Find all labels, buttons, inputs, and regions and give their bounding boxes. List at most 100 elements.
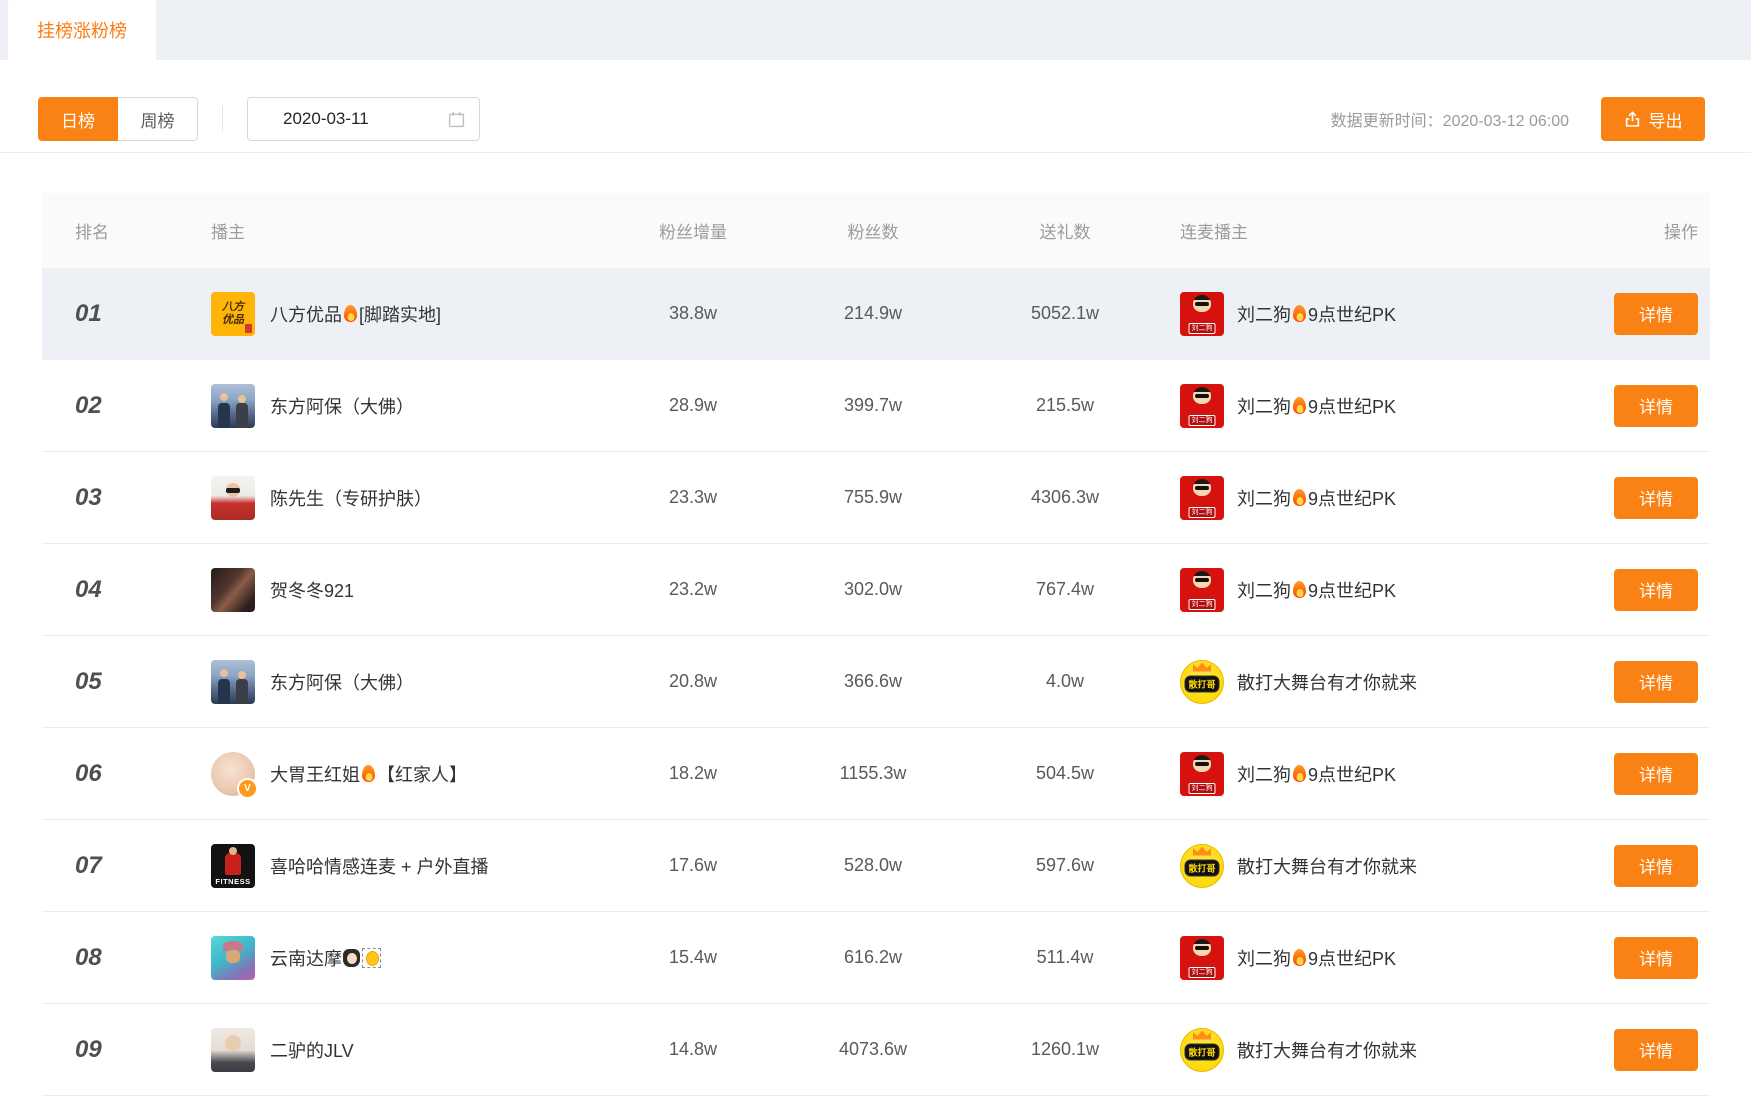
text-segment: 刘二狗 xyxy=(1237,945,1291,971)
fans-count-value: 366.6w xyxy=(783,671,963,692)
detail-button[interactable]: 详情 xyxy=(1614,569,1698,611)
gifts-value: 1260.1w xyxy=(963,1039,1167,1060)
fire-emoji xyxy=(344,305,357,322)
host-name: 二驴的JLV xyxy=(270,1037,354,1063)
detail-button[interactable]: 详情 xyxy=(1614,937,1698,979)
host-avatar xyxy=(211,1028,255,1072)
link-host-name: 刘二狗9点世纪PK xyxy=(1237,301,1396,327)
fans-gain-value: 15.4w xyxy=(603,947,783,968)
link-host-name: 刘二狗 9点世纪PK xyxy=(1237,761,1396,787)
host-avatar xyxy=(211,660,255,704)
host-name: 东方阿保（大佛） xyxy=(270,669,414,695)
host-name: 陈先生（专研护肤） xyxy=(270,485,432,511)
table-row: 02 东方阿保（大佛） 28.9w 399.7w 215.5w 刘二狗 刘二狗9… xyxy=(42,360,1710,452)
avatar-label: 散打哥 xyxy=(1184,675,1219,692)
header-action: 操作 xyxy=(1567,218,1710,243)
export-label: 导出 xyxy=(1649,107,1683,132)
fans-gain-value: 14.8w xyxy=(603,1039,783,1060)
gifts-value: 4.0w xyxy=(963,671,1167,692)
detail-button[interactable]: 详情 xyxy=(1614,661,1698,703)
text-segment: 【红家人】 xyxy=(377,761,467,787)
text-segment: 陈先生（专研护肤） xyxy=(270,485,432,511)
tab-fan-growth-ranking[interactable]: 挂榜涨粉榜 xyxy=(8,0,156,60)
header-rank: 排名 xyxy=(42,218,173,243)
rank-number: 07 xyxy=(42,852,173,880)
header-fans-gain: 粉丝增量 xyxy=(603,218,783,243)
rank-number: 02 xyxy=(42,392,173,420)
text-segment: 八方优品 xyxy=(270,301,342,327)
text-segment: 云南达摩 xyxy=(270,945,342,971)
avatar-label: 刘二狗 xyxy=(1189,323,1216,334)
rank-number: 01 xyxy=(42,300,173,328)
calendar-icon xyxy=(448,111,465,128)
header-host: 播主 xyxy=(173,218,603,243)
detail-button[interactable]: 详情 xyxy=(1614,477,1698,519)
text-segment: 东方阿保（大佛） xyxy=(270,393,414,419)
text-segment: 二驴的JLV xyxy=(270,1037,354,1063)
fire-emoji xyxy=(362,765,375,782)
link-host-name: 刘二狗 9点世纪PK xyxy=(1237,945,1396,971)
text-segment: 散打大舞台有才你就来 xyxy=(1237,853,1417,879)
host-avatar xyxy=(211,384,255,428)
gifts-value: 5052.1w xyxy=(963,303,1167,324)
text-segment: [脚踏实地] xyxy=(359,301,441,327)
gifts-value: 4306.3w xyxy=(963,487,1167,508)
update-time-label: 数据更新时间： xyxy=(1331,113,1443,130)
text-segment: 9点世纪PK xyxy=(1308,577,1396,603)
gifts-value: 597.6w xyxy=(963,855,1167,876)
host-avatar: V xyxy=(211,752,255,796)
fans-gain-value: 38.8w xyxy=(603,303,783,324)
detail-button[interactable]: 详情 xyxy=(1614,753,1698,795)
text-segment: 刘二狗 xyxy=(1237,485,1291,511)
fire-emoji xyxy=(1293,489,1306,506)
link-host-name: 散打大舞台有才你就来 xyxy=(1237,853,1417,879)
fans-gain-value: 23.2w xyxy=(603,579,783,600)
gifts-value: 511.4w xyxy=(963,947,1167,968)
host-name: 云南达摩 xyxy=(270,945,382,971)
table-row: 01 八方优品 八方优品[脚踏实地] 38.8w 214.9w 5052.1w … xyxy=(42,268,1710,360)
rank-number: 08 xyxy=(42,944,173,972)
weekly-rank-button[interactable]: 周榜 xyxy=(118,97,198,141)
detail-button[interactable]: 详情 xyxy=(1614,1029,1698,1071)
host-avatar: 八方优品 xyxy=(211,292,255,336)
verified-badge: V xyxy=(237,778,258,799)
fans-gain-value: 23.3w xyxy=(603,487,783,508)
detail-button[interactable]: 详情 xyxy=(1614,293,1698,335)
text-segment: 9点世纪PK xyxy=(1308,945,1396,971)
header-fans-count: 粉丝数 xyxy=(783,218,963,243)
rank-number: 09 xyxy=(42,1036,173,1064)
date-picker[interactable]: 2020-03-11 xyxy=(247,97,480,141)
page: 挂榜涨粉榜 日榜 周榜 2020-03-11 数据更新时间：2020-03-12… xyxy=(0,0,1751,1096)
vertical-divider xyxy=(222,106,223,132)
fans-count-value: 4073.6w xyxy=(783,1039,963,1060)
text-segment: 贺冬冬921 xyxy=(270,577,354,603)
detail-button[interactable]: 详情 xyxy=(1614,385,1698,427)
avatar-label: 散打哥 xyxy=(1184,859,1219,876)
link-host-avatar: 刘二狗 xyxy=(1180,384,1224,428)
host-name: 贺冬冬921 xyxy=(270,577,354,603)
text-segment: 大胃王红姐 xyxy=(270,761,360,787)
text-segment: 刘二狗 xyxy=(1237,761,1291,787)
table-row: 08 云南达摩 15.4w 616.2w 511.4w 刘二狗 刘二狗9点世纪P… xyxy=(42,912,1710,1004)
rank-number: 03 xyxy=(42,484,173,512)
avatar-label: 刘二狗 xyxy=(1189,967,1216,978)
text-segment: 喜哈哈情感连麦 + 户外直播 xyxy=(270,853,489,879)
host-name: 大胃王红姐【红家人】 xyxy=(270,761,467,787)
text-segment: 刘二狗 xyxy=(1237,577,1291,603)
avatar-label: FITNESS xyxy=(211,877,255,886)
link-host-avatar: 刘二狗 xyxy=(1180,568,1224,612)
fans-gain-value: 18.2w xyxy=(603,763,783,784)
table-row: 03 陈先生（专研护肤） 23.3w 755.9w 4306.3w 刘二狗 刘二… xyxy=(42,452,1710,544)
detail-button[interactable]: 详情 xyxy=(1614,845,1698,887)
avatar-label: 刘二狗 xyxy=(1189,507,1216,518)
update-time: 数据更新时间：2020-03-12 06:00 xyxy=(1331,107,1569,131)
avatar-label: 散打哥 xyxy=(1184,1043,1219,1060)
text-segment: 9点世纪PK xyxy=(1308,485,1396,511)
link-host-avatar: 散打哥 xyxy=(1180,844,1224,888)
host-avatar xyxy=(211,476,255,520)
gifts-value: 215.5w xyxy=(963,395,1167,416)
host-avatar xyxy=(211,936,255,980)
daily-rank-button[interactable]: 日榜 xyxy=(38,97,118,141)
text-segment: 9点世纪PK xyxy=(1308,761,1396,787)
export-button[interactable]: 导出 xyxy=(1601,97,1705,141)
